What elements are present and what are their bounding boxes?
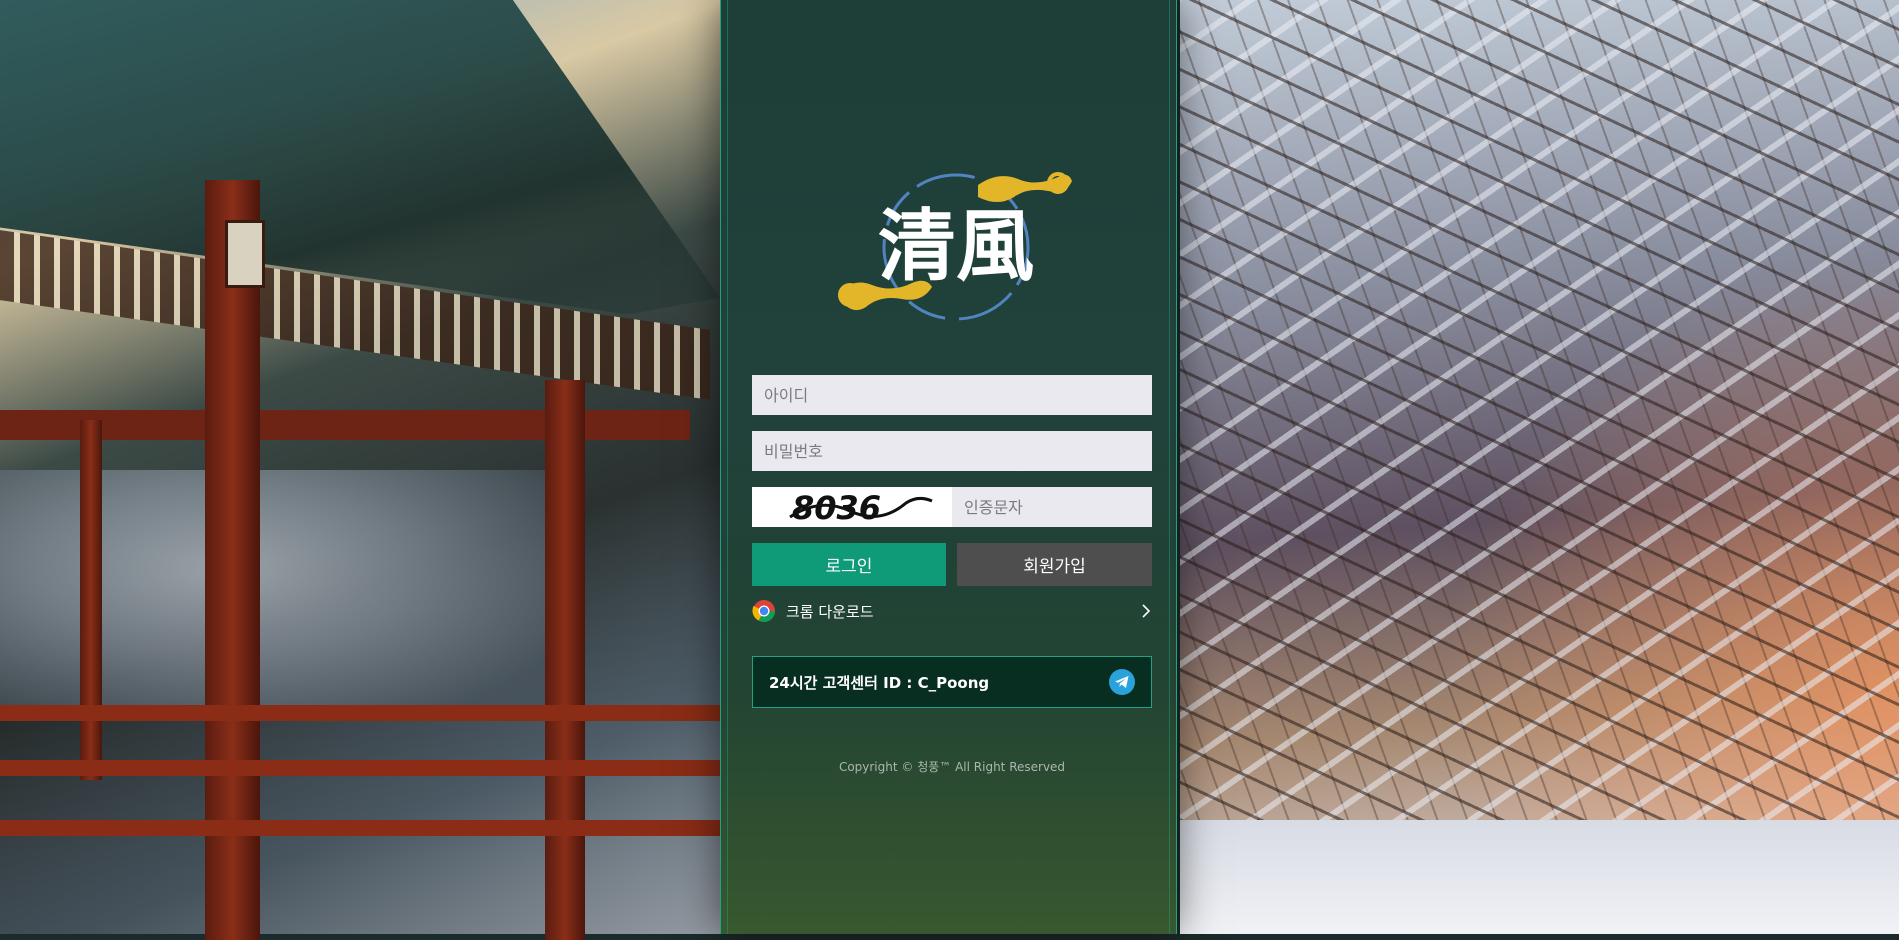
captcha-input[interactable] [952, 487, 1152, 527]
telegram-icon[interactable] [1108, 668, 1136, 696]
pavilion-railing [0, 760, 720, 776]
id-input[interactable] [752, 375, 1152, 415]
background-left-pavilion [0, 0, 740, 940]
chrome-download-label: 크롬 다운로드 [786, 602, 874, 621]
join-button[interactable]: 회원가입 [957, 543, 1152, 586]
logo-text: 清風 [878, 201, 1034, 292]
captcha-image: 8036 [752, 487, 952, 527]
snow-ground [1180, 820, 1899, 934]
password-input[interactable] [752, 431, 1152, 471]
pavilion-railing [0, 820, 720, 836]
pavilion-railing [0, 705, 720, 721]
site-logo: 清風 [838, 172, 1072, 321]
chevron-right-icon [1142, 604, 1151, 618]
login-button[interactable]: 로그인 [752, 543, 946, 586]
snowy-branches [1180, 0, 1899, 934]
chrome-icon [752, 600, 775, 622]
lantern [225, 220, 265, 288]
pavilion-pillar [80, 420, 102, 780]
support-label: 24시간 고객센터 ID : C_Poong [769, 673, 990, 692]
pavilion-beam [0, 410, 690, 440]
copyright-text: Copyright © 청풍™ All Right Reserved [838, 760, 1066, 774]
pavilion-pillar [545, 380, 585, 940]
chrome-download-link[interactable]: 크롬 다운로드 [752, 596, 1152, 626]
customer-support-box[interactable]: 24시간 고객센터 ID : C_Poong [752, 656, 1152, 708]
